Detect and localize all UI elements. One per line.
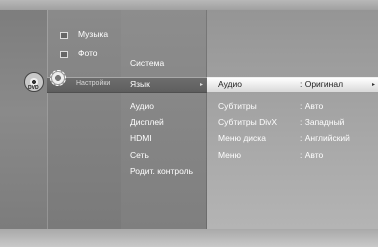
sidebar-item-music[interactable]: Музыка (78, 29, 108, 39)
photo-icon (60, 51, 68, 58)
top-band (0, 0, 378, 10)
arrow-right-icon: ▸ (372, 82, 376, 88)
settings-screen: DVD Музыка Фото Настройки Система Язык ▸… (0, 0, 378, 247)
category-audio[interactable]: Аудио (130, 101, 154, 111)
category-hdmi[interactable]: HDMI (130, 133, 152, 143)
setting-audio-label[interactable]: Аудио (218, 79, 242, 89)
setting-disc-menu-value[interactable]: : Английский (300, 133, 350, 143)
category-network[interactable]: Сеть (130, 150, 149, 160)
category-header[interactable]: Система (130, 58, 164, 68)
setting-disc-menu-label[interactable]: Меню диска (218, 133, 266, 143)
sidebar-item-photo[interactable]: Фото (78, 48, 98, 58)
disc-column (0, 10, 47, 229)
sidebar-panel (47, 10, 123, 229)
setting-divx-label[interactable]: Субтитры DivX (218, 117, 277, 127)
setting-subtitles-label[interactable]: Субтитры (218, 101, 257, 111)
disc-label: DVD (28, 85, 39, 91)
sidebar-item-settings[interactable]: Настройки (76, 79, 110, 89)
category-language[interactable]: Язык (130, 79, 150, 89)
category-display[interactable]: Дисплей (130, 117, 164, 127)
setting-subtitles-value[interactable]: : Авто (300, 101, 323, 111)
setting-divx-value[interactable]: : Западный (300, 117, 344, 127)
arrow-right-icon: ▸ (200, 82, 204, 88)
gear-icon (50, 70, 66, 86)
setting-menu-label[interactable]: Меню (218, 150, 241, 160)
bottom-band (0, 229, 378, 247)
setting-audio-value[interactable]: : Оригинал (300, 79, 343, 89)
setting-menu-value[interactable]: : Авто (300, 150, 323, 160)
category-parental[interactable]: Родит. контроль (130, 166, 193, 176)
music-icon (60, 32, 68, 39)
